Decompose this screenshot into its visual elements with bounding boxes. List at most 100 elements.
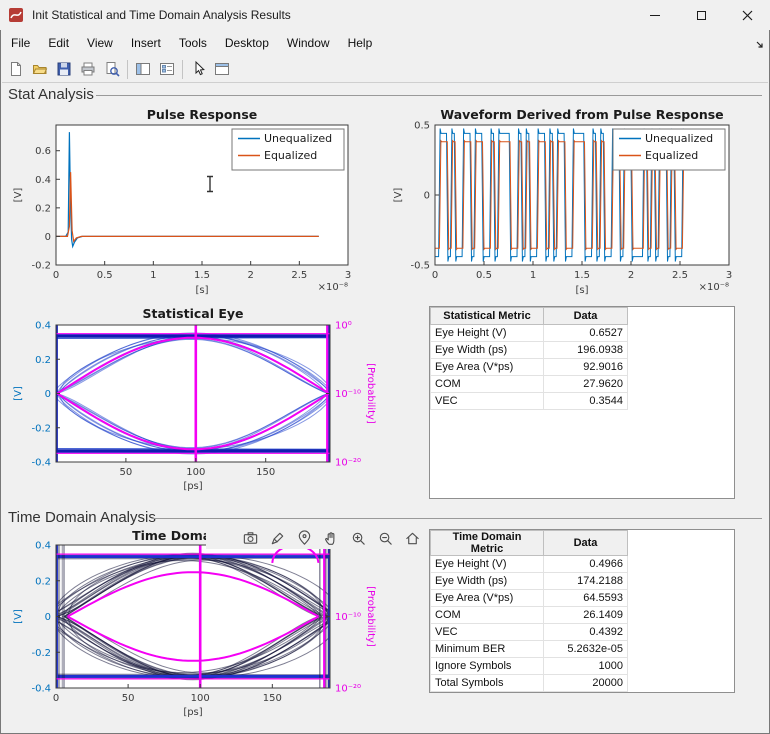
svg-text:0.4: 0.4 [35,175,51,186]
td-table-header-data: Data [544,531,628,556]
zoom-in-icon[interactable] [346,528,370,548]
td-table-value-cell[interactable]: 64.5593 [544,590,628,607]
svg-text:10⁻²⁰: 10⁻²⁰ [335,458,361,469]
stat-table-metric-cell[interactable]: Eye Height (V) [431,325,544,342]
svg-text:2.5: 2.5 [672,270,688,281]
td-table-metric-cell[interactable]: Eye Width (ps) [431,573,544,590]
dock-arrow-icon[interactable] [755,40,765,50]
stat-table-value-cell[interactable]: 0.3544 [544,393,628,410]
svg-text:1.5: 1.5 [194,270,210,281]
save-figure-icon[interactable] [52,58,76,81]
stat-table-value-cell[interactable]: 196.0938 [544,342,628,359]
pan-icon[interactable] [319,528,343,548]
td-table-metric-cell[interactable]: Total Symbols [431,675,544,692]
menu-item-tools[interactable]: Tools [170,31,216,55]
statistical-metrics-grid: Statistical MetricDataEye Height (V)0.65… [430,307,628,410]
menu-item-view[interactable]: View [78,31,122,55]
svg-text:0.4: 0.4 [35,321,51,332]
svg-text:[ps]: [ps] [183,481,202,492]
print-figure-icon[interactable] [76,58,100,81]
menu-item-insert[interactable]: Insert [122,31,170,55]
stat-table-metric-cell[interactable]: Eye Width (ps) [431,342,544,359]
figure-palette-icon[interactable] [131,58,155,81]
time-domain-metrics-table: Time Domain MetricDataEye Height (V)0.49… [429,529,735,693]
stat-table-value-cell[interactable]: 27.9620 [544,376,628,393]
svg-text:0.5: 0.5 [97,270,113,281]
time-domain-metrics-grid: Time Domain MetricDataEye Height (V)0.49… [430,530,628,692]
menu-item-window[interactable]: Window [278,31,339,55]
menu-item-file[interactable]: File [2,31,39,55]
td-table-row: Total Symbols20000 [431,675,628,692]
restore-view-icon[interactable] [400,528,424,548]
minimize-button[interactable] [632,0,678,30]
edit-plot-icon[interactable] [186,58,210,81]
export-icon[interactable] [238,528,262,548]
stat-table-metric-cell[interactable]: VEC [431,393,544,410]
property-editor-icon[interactable] [210,58,234,81]
print-preview-icon[interactable] [100,58,124,81]
plot-browser-icon[interactable] [155,58,179,81]
svg-text:[V]: [V] [13,188,24,203]
toolbar-separator [182,60,183,79]
pulse-response-plot: 00.511.522.53-0.200.20.40.6×10⁻⁸[s][V]Un… [8,103,373,308]
svg-text:0: 0 [45,612,51,623]
td-table-value-cell[interactable]: 174.2188 [544,573,628,590]
svg-text:-0.4: -0.4 [31,458,51,469]
svg-text:0: 0 [424,191,430,202]
td-table-metric-cell[interactable]: Ignore Symbols [431,658,544,675]
svg-text:0.4: 0.4 [35,541,51,552]
stat-table-value-cell[interactable]: 92.9016 [544,359,628,376]
svg-text:10⁻¹⁰: 10⁻¹⁰ [335,612,361,623]
stat-table-metric-cell[interactable]: COM [431,376,544,393]
svg-text:2: 2 [247,270,253,281]
stat-table-metric-cell[interactable]: Eye Area (V*ps) [431,359,544,376]
td-table-row: Ignore Symbols1000 [431,658,628,675]
stat-table-header-data: Data [544,308,628,325]
td-table-value-cell[interactable]: 0.4966 [544,556,628,573]
close-button[interactable] [724,0,770,30]
td-table-value-cell[interactable]: 1000 [544,658,628,675]
td-table-value-cell[interactable]: 5.2632e-05 [544,641,628,658]
stat-table-value-cell[interactable]: 0.6527 [544,325,628,342]
menu-item-desktop[interactable]: Desktop [216,31,278,55]
svg-text:0: 0 [53,693,59,704]
svg-text:0: 0 [45,232,51,243]
svg-text:100: 100 [186,467,205,478]
svg-text:0.2: 0.2 [35,355,51,366]
svg-text:[V]: [V] [13,609,24,624]
svg-text:×10⁻⁸: ×10⁻⁸ [699,282,729,293]
svg-text:[s]: [s] [575,285,588,296]
statistical-metrics-table: Statistical MetricDataEye Height (V)0.65… [429,306,735,499]
td-table-value-cell[interactable]: 26.1409 [544,607,628,624]
waveform-plot: 00.511.522.53-0.500.5×10⁻⁸[s][V]Unequali… [388,103,760,308]
svg-text:10⁻¹⁰: 10⁻¹⁰ [335,389,361,400]
td-table-metric-cell[interactable]: Eye Height (V) [431,556,544,573]
new-figure-icon[interactable] [4,58,28,81]
td-table-value-cell[interactable]: 20000 [544,675,628,692]
svg-text:[ps]: [ps] [183,707,202,718]
menu-item-edit[interactable]: Edit [39,31,78,55]
td-table-value-cell[interactable]: 0.4392 [544,624,628,641]
svg-text:[Probability]: [Probability] [365,363,376,424]
td-table-metric-cell[interactable]: VEC [431,624,544,641]
td-table-metric-cell[interactable]: COM [431,607,544,624]
plot-area [56,325,330,462]
td-table-metric-cell[interactable]: Eye Area (V*ps) [431,590,544,607]
svg-text:-0.5: -0.5 [410,261,430,272]
open-file-icon[interactable] [28,58,52,81]
td-table-metric-cell[interactable]: Minimum BER [431,641,544,658]
svg-text:0.6: 0.6 [35,146,51,157]
svg-text:10⁰: 10⁰ [335,321,352,332]
statistical-eye-plot: 50100150-0.4-0.200.20.410⁰10⁻¹⁰10⁻²⁰[ps]… [8,300,380,510]
svg-text:0: 0 [53,270,59,281]
td-table-row: Eye Width (ps)174.2188 [431,573,628,590]
brush-icon[interactable] [265,528,289,548]
zoom-out-icon[interactable] [373,528,397,548]
svg-text:0.2: 0.2 [35,203,51,214]
maximize-button[interactable] [678,0,724,30]
svg-text:[V]: [V] [13,386,24,401]
menu-item-help[interactable]: Help [339,31,382,55]
datatips-icon[interactable] [292,528,316,548]
toolbar-separator [127,60,128,79]
svg-text:3: 3 [726,270,732,281]
